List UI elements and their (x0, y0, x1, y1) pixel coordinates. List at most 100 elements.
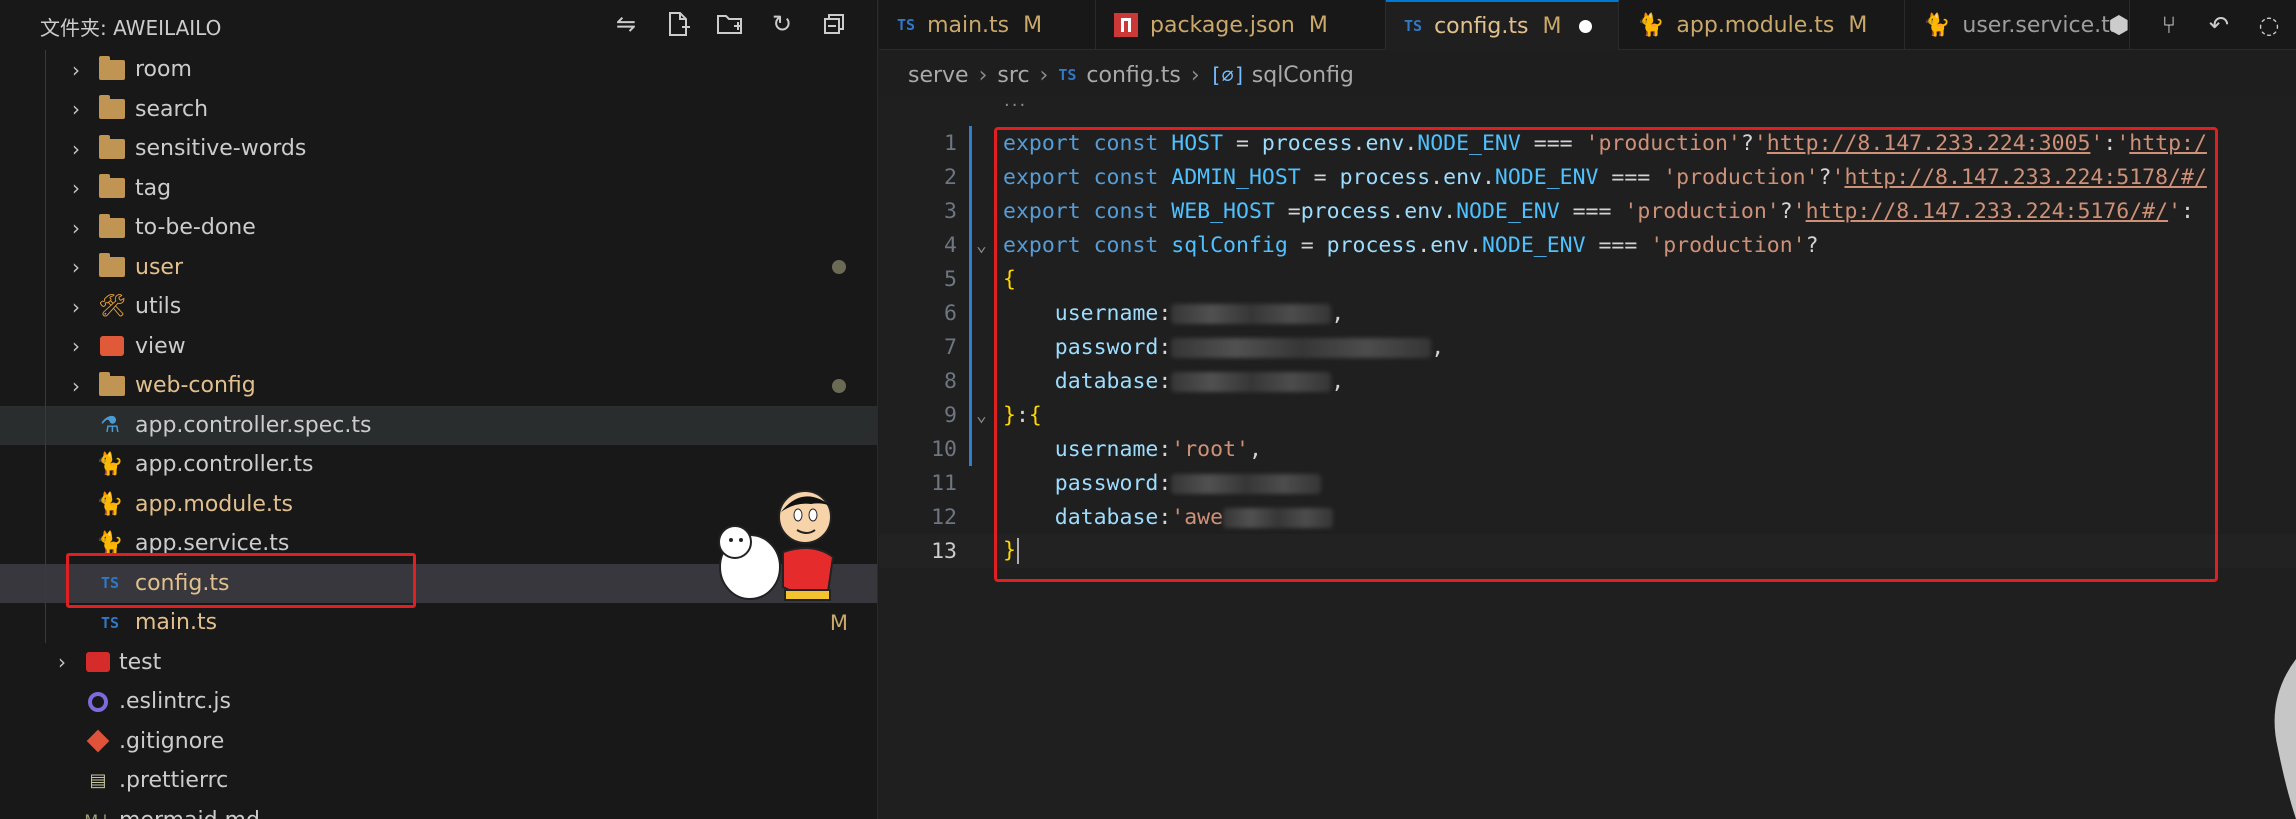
tree-item-label: search (135, 96, 209, 122)
tree-folder-room[interactable]: › room (0, 50, 877, 90)
variable-symbol-icon: [⌀] (1209, 63, 1246, 87)
chevron-right-icon[interactable]: › (66, 137, 86, 161)
chevron-right-icon[interactable]: › (66, 334, 86, 358)
chevron-right-icon[interactable]: › (66, 58, 86, 82)
tree-folder-user[interactable]: › user (0, 248, 877, 288)
tree-file--eslintrc-js[interactable]: .eslintrc.js (0, 682, 877, 722)
chevron-right-icon[interactable]: › (66, 295, 86, 319)
chevron-right-icon[interactable]: › (66, 374, 86, 398)
new-file-icon[interactable] (662, 8, 694, 40)
cartoon-sticker (718, 490, 835, 601)
tree-item-label: .eslintrc.js (119, 689, 232, 715)
folder-icon (98, 371, 126, 398)
breadcrumb-config-ts[interactable]: config.ts (1086, 63, 1180, 88)
markdown-icon: M↓ (84, 808, 112, 819)
tree-item-label: to-be-done (135, 215, 256, 241)
chevron-right-icon[interactable]: › (66, 176, 86, 200)
nestjs-icon: 🐈 (1637, 12, 1665, 38)
breadcrumb-sqlconfig[interactable]: sqlConfig (1252, 63, 1354, 88)
folder-icon (98, 55, 126, 82)
tree-file-app-controller-ts[interactable]: 🐈 app.controller.ts (0, 445, 877, 485)
chevron-right-icon: › (1190, 62, 1200, 88)
chevron-right-icon[interactable]: › (66, 255, 86, 279)
tab-config-ts[interactable]: TS config.ts M (1386, 0, 1619, 50)
explorer-sidebar: 文件夹: AWEILAILO ⇋ ↻ › room › search › sensitiv… (0, 0, 878, 819)
tree-item-label: app.controller.ts (135, 452, 314, 478)
typescript-icon: TS (1404, 17, 1423, 35)
source-control-icon[interactable]: ⑂ (2154, 11, 2184, 39)
fold-chevron-icon[interactable]: ⌄ (976, 405, 987, 426)
tab-label: app.module.ts (1676, 12, 1835, 38)
tab-label: main.ts (927, 12, 1010, 38)
breadcrumb-serve[interactable]: serve (908, 63, 969, 88)
chevron-right-icon[interactable]: › (66, 97, 86, 121)
folder-icon (98, 253, 126, 279)
tree-file-main-ts[interactable]: TS main.ts M (0, 603, 877, 643)
folder-icon (98, 134, 126, 161)
folded-region-ellipsis[interactable]: ··· (1004, 95, 1027, 116)
typescript-icon: TS (100, 613, 120, 632)
tab-user-service-ts[interactable]: 🐈 user.service.ts (1905, 0, 2130, 50)
tree-item-label: app.module.ts (135, 491, 293, 517)
tree-folder-to-be-done[interactable]: › to-be-done (0, 208, 877, 248)
line-number: 3 (944, 198, 957, 224)
editor-tab-bar: TS main.ts M package.json M TS config.ts… (879, 0, 2296, 50)
tree-item-label: user (135, 254, 183, 280)
folder-icon (98, 213, 126, 240)
tab-package-json[interactable]: package.json M (1096, 0, 1386, 50)
tab-app-module-ts[interactable]: 🐈 app.module.ts M (1619, 0, 1905, 50)
editor-actions: ⬢ ⑂ ↶ ◌ (2104, 0, 2296, 50)
tree-item-label: main.ts (135, 610, 218, 636)
tab-label: package.json (1150, 12, 1295, 38)
chevron-right-icon[interactable]: › (52, 650, 72, 674)
tree-file-mermaid-md[interactable]: M↓ mermaid.md (0, 801, 877, 819)
test-spec-icon: ⚗ (100, 412, 120, 438)
view-folder-icon (98, 334, 126, 358)
line-number: 7 (944, 334, 957, 360)
modified-badge: M (1308, 12, 1328, 38)
tree-folder-tag[interactable]: › tag (0, 169, 877, 209)
unsaved-dot-icon[interactable] (1579, 19, 1593, 33)
tree-folder-view[interactable]: › view (0, 327, 877, 367)
line-number: 13 (931, 538, 957, 564)
tree-file--gitignore[interactable]: .gitignore (0, 722, 877, 762)
breadcrumb-src[interactable]: src (997, 63, 1029, 88)
tree-item-label: tag (135, 175, 172, 201)
fold-chevron-icon[interactable]: ⌄ (976, 235, 987, 256)
eslint-icon (84, 690, 112, 714)
folder-icon (98, 95, 126, 121)
line-number: 2 (944, 164, 957, 190)
new-folder-icon[interactable] (714, 8, 746, 40)
line-number: 9 (944, 402, 957, 428)
file-tree: › room › search › sensitive-words › tag › to-be-d… (0, 50, 877, 819)
tree-folder-test[interactable]: › test (0, 643, 877, 683)
code-highlight-box (994, 127, 2218, 582)
extension-icon[interactable]: ⬢ (2104, 11, 2134, 39)
tree-folder-utils[interactable]: › 🛠 utils (0, 287, 877, 327)
nestjs-icon: 🐈 (96, 491, 124, 517)
go-back-icon[interactable]: ↶ (2204, 11, 2234, 39)
explorer-title: 文件夹: AWEILAILO (40, 16, 222, 40)
tab-label: config.ts (1434, 13, 1529, 39)
test-folder-icon (84, 650, 112, 674)
tree-folder-sensitive-words[interactable]: › sensitive-words (0, 129, 877, 169)
line-number: 5 (944, 266, 957, 292)
tab-main-ts[interactable]: TS main.ts M (879, 0, 1096, 50)
compare-icon[interactable]: ⇋ (610, 8, 642, 40)
refresh-icon[interactable]: ↻ (766, 8, 798, 40)
breadcrumb: serve › src › TS config.ts › [⌀] sqlConf… (908, 58, 1354, 92)
git-icon (84, 729, 112, 753)
chevron-right-icon[interactable]: › (66, 216, 86, 240)
collapse-all-icon[interactable] (818, 8, 850, 40)
tree-folder-search[interactable]: › search (0, 90, 877, 130)
tree-folder-web-config[interactable]: › web-config (0, 366, 877, 406)
git-modified-badge: M (829, 610, 848, 635)
line-number: 11 (931, 470, 957, 496)
modified-dot-icon (832, 378, 846, 393)
timeline-icon[interactable]: ◌ (2254, 11, 2284, 39)
tree-file-app-controller-spec-ts[interactable]: ⚗ app.controller.spec.ts (0, 405, 877, 445)
line-number: 4 (944, 232, 957, 258)
tree-item-label: .gitignore (119, 728, 225, 754)
line-number: 6 (944, 300, 957, 326)
tree-file--prettierrc[interactable]: ▤ .prettierrc (0, 761, 877, 801)
